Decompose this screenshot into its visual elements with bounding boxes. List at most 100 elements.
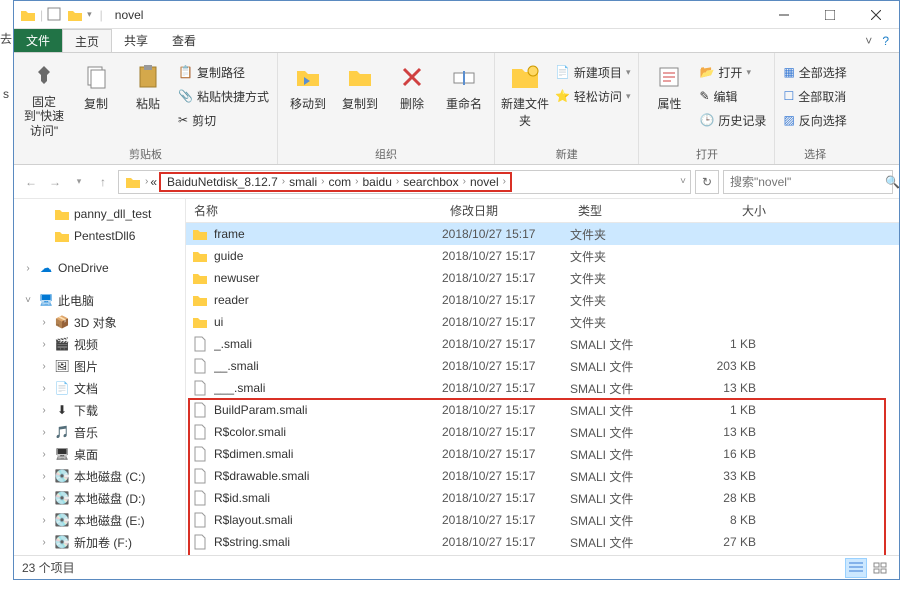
tree-item[interactable]: ›🎵音乐 bbox=[14, 421, 185, 443]
file-row[interactable]: frame 2018/10/27 15:17 文件夹 bbox=[186, 223, 899, 245]
cut-button[interactable]: ✂剪切 bbox=[176, 109, 271, 131]
select-all-button[interactable]: ▦全部选择 bbox=[781, 61, 848, 83]
open-button[interactable]: 📂打开▾ bbox=[697, 61, 768, 83]
tree-item[interactable]: ˅🖥此电脑 bbox=[14, 289, 185, 311]
breadcrumb-root[interactable] bbox=[123, 174, 143, 190]
chevron-right-icon[interactable]: › bbox=[503, 176, 506, 187]
qat-dropdown[interactable]: ▾ bbox=[87, 9, 92, 20]
expand-icon[interactable]: › bbox=[38, 471, 50, 482]
expand-icon[interactable]: › bbox=[38, 383, 50, 394]
tab-file[interactable]: 文件 bbox=[14, 29, 62, 52]
file-row[interactable]: ui 2018/10/27 15:17 文件夹 bbox=[186, 311, 899, 333]
col-name[interactable]: 名称 bbox=[186, 202, 442, 219]
copy-path-button[interactable]: 📋复制路径 bbox=[176, 61, 271, 83]
search-box[interactable]: 🔍 bbox=[723, 170, 893, 194]
file-row[interactable]: R$layout.smali 2018/10/27 15:17 SMALI 文件… bbox=[186, 509, 899, 531]
chevron-right-icon[interactable]: › bbox=[396, 176, 399, 187]
breadcrumb-item[interactable]: baidu bbox=[361, 175, 394, 189]
paste-shortcut-button[interactable]: 📎粘贴快捷方式 bbox=[176, 85, 271, 107]
breadcrumb[interactable]: › « BaiduNetdisk_8.12.7›smali›com›baidu›… bbox=[118, 170, 691, 194]
tree-item[interactable]: PentestDll6 bbox=[14, 225, 185, 247]
expand-icon[interactable]: › bbox=[22, 263, 34, 274]
chevron-right-icon[interactable]: › bbox=[282, 176, 285, 187]
move-to-button[interactable]: 移动到 bbox=[284, 57, 332, 112]
breadcrumb-item[interactable]: smali bbox=[287, 175, 319, 189]
tree-item[interactable]: ›💽本地磁盘 (E:) bbox=[14, 509, 185, 531]
file-row[interactable]: BuildParam.smali 2018/10/27 15:17 SMALI … bbox=[186, 399, 899, 421]
file-row[interactable]: R.smali 2018/10/27 15:17 SMALI 文件 1 KB bbox=[186, 553, 899, 555]
tree-item[interactable]: ›📄文档 bbox=[14, 377, 185, 399]
col-type[interactable]: 类型 bbox=[570, 202, 682, 219]
paste-button[interactable]: 粘贴 bbox=[124, 57, 172, 112]
breadcrumb-item[interactable]: searchbox bbox=[401, 175, 460, 189]
delete-button[interactable]: 删除 bbox=[388, 57, 436, 112]
rename-button[interactable]: 重命名 bbox=[440, 57, 488, 112]
tree-item[interactable]: ›💽本地磁盘 (C:) bbox=[14, 465, 185, 487]
folder-open-icon[interactable] bbox=[67, 7, 83, 23]
tree-item[interactable]: ›⬇下载 bbox=[14, 399, 185, 421]
minimize-button[interactable] bbox=[761, 1, 807, 29]
search-icon[interactable]: 🔍 bbox=[885, 175, 900, 189]
new-item-button[interactable]: 📄新建项目▾ bbox=[553, 61, 633, 83]
tab-share[interactable]: 共享 bbox=[112, 29, 160, 52]
chevron-right-icon[interactable]: › bbox=[355, 176, 358, 187]
expand-icon[interactable]: › bbox=[38, 317, 50, 328]
file-row[interactable]: ___.smali 2018/10/27 15:17 SMALI 文件 13 K… bbox=[186, 377, 899, 399]
file-row[interactable]: _.smali 2018/10/27 15:17 SMALI 文件 1 KB bbox=[186, 333, 899, 355]
details-view-button[interactable] bbox=[845, 558, 867, 578]
expand-icon[interactable]: › bbox=[38, 427, 50, 438]
tree-item[interactable]: ›🖼图片 bbox=[14, 355, 185, 377]
tree-item[interactable]: ›💽新加卷 (F:) bbox=[14, 531, 185, 553]
refresh-button[interactable]: ↻ bbox=[695, 170, 719, 194]
tree-item[interactable]: ›🎬视频 bbox=[14, 333, 185, 355]
file-row[interactable]: newuser 2018/10/27 15:17 文件夹 bbox=[186, 267, 899, 289]
file-row[interactable]: __.smali 2018/10/27 15:17 SMALI 文件 203 K… bbox=[186, 355, 899, 377]
invert-selection-button[interactable]: ▨反向选择 bbox=[781, 109, 848, 131]
expand-icon[interactable]: › bbox=[38, 405, 50, 416]
icons-view-button[interactable] bbox=[869, 558, 891, 578]
file-row[interactable]: R$string.smali 2018/10/27 15:17 SMALI 文件… bbox=[186, 531, 899, 553]
tab-view[interactable]: 查看 bbox=[160, 29, 208, 52]
breadcrumb-ellipsis[interactable]: « bbox=[150, 175, 157, 189]
tree-item[interactable]: ›🖥桌面 bbox=[14, 443, 185, 465]
col-date[interactable]: 修改日期 bbox=[442, 202, 570, 219]
pin-button[interactable]: 固定到"快速访问" bbox=[20, 57, 68, 138]
tree-item[interactable]: ›📦3D 对象 bbox=[14, 311, 185, 333]
ribbon-collapse-icon[interactable]: ˅ bbox=[865, 34, 872, 48]
expand-icon[interactable]: › bbox=[38, 361, 50, 372]
tree-item[interactable]: ›☁OneDrive bbox=[14, 257, 185, 279]
expand-icon[interactable]: › bbox=[38, 515, 50, 526]
copy-button[interactable]: 复制 bbox=[72, 57, 120, 112]
expand-icon[interactable]: › bbox=[38, 493, 50, 504]
file-row[interactable]: guide 2018/10/27 15:17 文件夹 bbox=[186, 245, 899, 267]
tab-home[interactable]: 主页 bbox=[62, 29, 112, 52]
file-row[interactable]: reader 2018/10/27 15:17 文件夹 bbox=[186, 289, 899, 311]
up-button[interactable]: ↑ bbox=[92, 171, 114, 193]
breadcrumb-item[interactable]: novel bbox=[468, 175, 501, 189]
chevron-right-icon[interactable]: › bbox=[145, 176, 148, 187]
checkbox-icon[interactable] bbox=[47, 7, 63, 23]
chevron-right-icon[interactable]: › bbox=[463, 176, 466, 187]
search-input[interactable] bbox=[730, 175, 885, 189]
help-icon[interactable]: ? bbox=[882, 34, 889, 48]
close-button[interactable] bbox=[853, 1, 899, 29]
breadcrumb-item[interactable]: BaiduNetdisk_8.12.7 bbox=[165, 175, 280, 189]
breadcrumb-item[interactable]: com bbox=[326, 175, 353, 189]
file-row[interactable]: R$drawable.smali 2018/10/27 15:17 SMALI … bbox=[186, 465, 899, 487]
edit-button[interactable]: ✎编辑 bbox=[697, 85, 768, 107]
expand-icon[interactable]: › bbox=[38, 537, 50, 548]
expand-icon[interactable]: › bbox=[38, 449, 50, 460]
maximize-button[interactable] bbox=[807, 1, 853, 29]
column-headers[interactable]: 名称 修改日期 类型 大小 bbox=[186, 199, 899, 223]
breadcrumb-dropdown[interactable]: ˅ bbox=[680, 176, 686, 187]
chevron-right-icon[interactable]: › bbox=[321, 176, 324, 187]
col-size[interactable]: 大小 bbox=[682, 202, 778, 219]
tree-item[interactable]: ›💽本地磁盘 (D:) bbox=[14, 487, 185, 509]
history-button[interactable]: 🕒历史记录 bbox=[697, 109, 768, 131]
expand-icon[interactable]: › bbox=[38, 339, 50, 350]
easy-access-button[interactable]: ⭐轻松访问▾ bbox=[553, 85, 633, 107]
tree-item[interactable]: panny_dll_test bbox=[14, 203, 185, 225]
back-button[interactable]: ← bbox=[20, 171, 42, 193]
select-none-button[interactable]: ☐全部取消 bbox=[781, 85, 848, 107]
file-row[interactable]: R$dimen.smali 2018/10/27 15:17 SMALI 文件 … bbox=[186, 443, 899, 465]
